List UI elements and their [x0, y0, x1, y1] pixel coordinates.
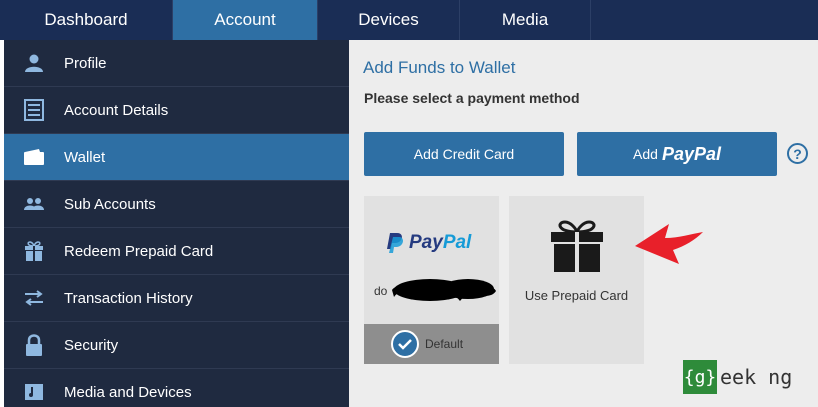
paypal-payment-card[interactable]: PayPal do Default [364, 196, 499, 364]
tab-account[interactable]: Account [173, 0, 318, 40]
add-paypal-prefix: Add [633, 146, 658, 162]
wallet-icon [4, 148, 64, 166]
sidebar-item-label: Profile [64, 54, 107, 72]
gift-box-icon [551, 220, 603, 272]
paypal-wordmark: PayPal [661, 143, 721, 164]
sidebar-item-security[interactable]: Security [4, 322, 349, 369]
sidebar-item-label: Wallet [64, 148, 106, 166]
sidebar-item-label: Account Details [64, 101, 169, 119]
sidebar-item-transaction-history[interactable]: Transaction History [4, 275, 349, 322]
tab-media[interactable]: Media [460, 0, 591, 40]
main-content: Add Funds to Wallet Please select a paym… [349, 40, 818, 407]
lock-icon [4, 334, 64, 356]
use-prepaid-card-label: Use Prepaid Card [524, 288, 629, 303]
red-arrow-icon [635, 224, 703, 264]
sidebar-item-profile[interactable]: Profile [4, 40, 349, 87]
watermark-g-box: {g} [683, 360, 717, 394]
users-icon [4, 196, 64, 212]
swap-arrows-icon [4, 290, 64, 306]
add-credit-card-button[interactable]: Add Credit Card [364, 132, 564, 176]
sidebar-item-redeem-prepaid-card[interactable]: Redeem Prepaid Card [4, 228, 349, 275]
media-icon [4, 383, 64, 401]
watermark-text: eek ng [720, 365, 793, 389]
top-nav: Dashboard Account Devices Media [0, 0, 818, 40]
tab-devices[interactable]: Devices [318, 0, 460, 40]
page-subtitle: Please select a payment method [364, 90, 580, 106]
sidebar-item-account-details[interactable]: Account Details [4, 87, 349, 134]
paypal-p-icon [387, 233, 403, 253]
default-bar: Default [364, 324, 499, 364]
checkmark-icon [391, 330, 419, 358]
paypal-logo-pay: Pay [409, 232, 443, 253]
sidebar-item-label: Redeem Prepaid Card [64, 242, 214, 260]
watermark-logo: {g} eek ng [683, 360, 792, 394]
paypal-account-email: do [374, 284, 388, 298]
sidebar-item-label: Security [64, 336, 119, 354]
paypal-logo: PayPal [386, 232, 471, 254]
gift-icon [4, 240, 64, 262]
sidebar-item-wallet[interactable]: Wallet [4, 134, 349, 181]
page-title: Add Funds to Wallet [363, 58, 516, 77]
redaction-scribble [392, 279, 496, 301]
document-icon [4, 99, 64, 121]
use-prepaid-card-option[interactable]: Use Prepaid Card [509, 196, 644, 364]
sidebar-item-label: Transaction History [64, 289, 193, 307]
help-icon[interactable]: ? [787, 143, 808, 164]
user-icon [4, 53, 64, 73]
default-label: Default [425, 337, 464, 351]
sidebar-item-media-and-devices[interactable]: Media and Devices [4, 369, 349, 407]
sidebar-item-label: Media and Devices [64, 383, 192, 401]
sidebar: Profile Account Details Wallet Sub Accou… [4, 40, 349, 407]
sidebar-item-label: Sub Accounts [64, 195, 156, 213]
sidebar-item-sub-accounts[interactable]: Sub Accounts [4, 181, 349, 228]
tab-dashboard[interactable]: Dashboard [0, 0, 173, 40]
paypal-logo-pal: Pal [442, 232, 472, 253]
top-nav-filler [591, 0, 818, 40]
add-paypal-button[interactable]: Add PayPal [577, 132, 777, 176]
